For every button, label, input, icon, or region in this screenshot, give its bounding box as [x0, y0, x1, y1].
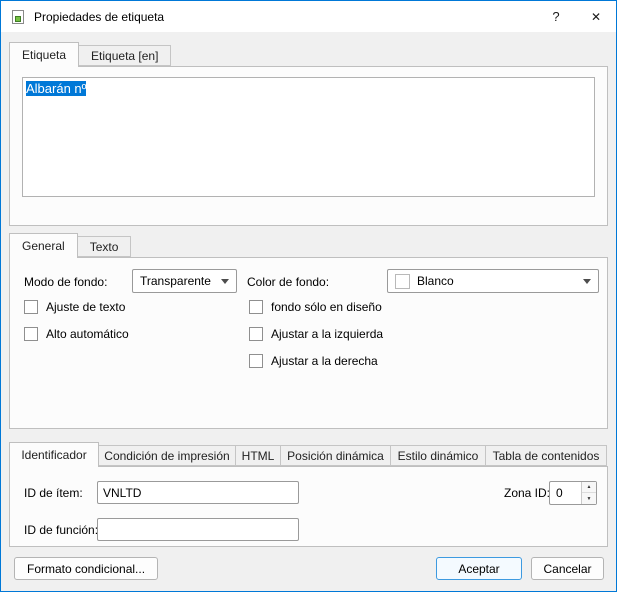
checkbox-fondo-solo-en-diseno[interactable]: fondo sólo en diseño [249, 300, 382, 314]
checkbox-box [24, 327, 38, 341]
help-button[interactable]: ? [536, 1, 576, 32]
tab-posicion-dinamica[interactable]: Posición dinámica [281, 445, 391, 466]
modo-de-fondo-select[interactable]: Transparente [132, 269, 237, 293]
footer: Formato condicional... Aceptar Cancelar [1, 547, 616, 591]
tab-etiqueta-en[interactable]: Etiqueta [en] [79, 45, 171, 66]
selected-label-text: Albarán nº [26, 81, 86, 96]
id-de-funcion-label: ID de función: [24, 523, 98, 537]
general-tab-pane: Modo de fondo: Transparente Color de fon… [9, 257, 608, 429]
checkbox-ajustar-a-la-izquierda[interactable]: Ajustar a la izquierda [249, 327, 383, 341]
label-tab-pane: Albarán nº [9, 66, 608, 226]
aceptar-button[interactable]: Aceptar [436, 557, 522, 580]
modo-de-fondo-label: Modo de fondo: [24, 275, 107, 289]
zona-id-label: Zona ID: [504, 486, 550, 500]
tab-identificador[interactable]: Identificador [9, 442, 99, 467]
tab-etiqueta[interactable]: Etiqueta [9, 42, 79, 67]
tab-html[interactable]: HTML [236, 445, 281, 466]
checkbox-label: Alto automático [46, 327, 129, 341]
color-de-fondo-value: Blanco [417, 274, 577, 288]
label-document-icon [10, 9, 26, 25]
checkbox-box [249, 354, 263, 368]
zona-id-spinner[interactable]: 0 ▲ ▼ [549, 481, 597, 505]
zona-id-value: 0 [550, 482, 581, 504]
checkbox-label: Ajustar a la izquierda [271, 327, 383, 341]
tab-estilo-dinamico[interactable]: Estilo dinámico [391, 445, 486, 466]
bottom-tabs: Identificador Condición de impresión HTM… [9, 441, 608, 466]
titlebar: Propiedades de etiqueta ? ✕ [1, 1, 616, 32]
tab-texto[interactable]: Texto [78, 236, 132, 257]
checkbox-box [249, 300, 263, 314]
formato-condicional-button[interactable]: Formato condicional... [14, 557, 158, 580]
color-de-fondo-select[interactable]: Blanco [387, 269, 599, 293]
color-swatch-white [395, 274, 410, 289]
dialog-title: Propiedades de etiqueta [34, 10, 536, 24]
general-tabs: General Texto [9, 232, 608, 257]
checkbox-box [24, 300, 38, 314]
label-text-editor[interactable]: Albarán nº [22, 77, 595, 197]
checkbox-label: Ajuste de texto [46, 300, 125, 314]
cancelar-button[interactable]: Cancelar [531, 557, 604, 580]
checkbox-ajuste-de-texto[interactable]: Ajuste de texto [24, 300, 125, 314]
tab-tabla-de-contenidos[interactable]: Tabla de contenidos [486, 445, 607, 466]
chevron-down-icon [583, 279, 591, 284]
tab-general[interactable]: General [9, 233, 78, 258]
checkbox-ajustar-a-la-derecha[interactable]: Ajustar a la derecha [249, 354, 378, 368]
spinner-buttons: ▲ ▼ [581, 482, 596, 504]
id-de-item-input[interactable] [97, 481, 299, 504]
chevron-down-icon [221, 279, 229, 284]
checkbox-label: Ajustar a la derecha [271, 354, 378, 368]
close-icon[interactable]: ✕ [576, 1, 616, 32]
checkbox-alto-automatico[interactable]: Alto automático [24, 327, 129, 341]
spin-down-icon[interactable]: ▼ [582, 493, 596, 504]
tab-condicion-de-impresion[interactable]: Condición de impresión [99, 445, 236, 466]
footer-right-buttons: Aceptar Cancelar [436, 557, 604, 580]
spin-up-icon[interactable]: ▲ [582, 482, 596, 493]
identificador-tab-pane: ID de ítem: Zona ID: 0 ▲ ▼ ID de función… [9, 466, 608, 547]
modo-de-fondo-value: Transparente [140, 274, 215, 288]
checkbox-label: fondo sólo en diseño [271, 300, 382, 314]
label-tabs: Etiqueta Etiqueta [en] [9, 41, 608, 66]
label-properties-dialog: Propiedades de etiqueta ? ✕ Etiqueta Eti… [0, 0, 617, 592]
id-de-item-label: ID de ítem: [24, 486, 83, 500]
id-de-funcion-input[interactable] [97, 518, 299, 541]
checkbox-box [249, 327, 263, 341]
color-de-fondo-label: Color de fondo: [247, 275, 329, 289]
